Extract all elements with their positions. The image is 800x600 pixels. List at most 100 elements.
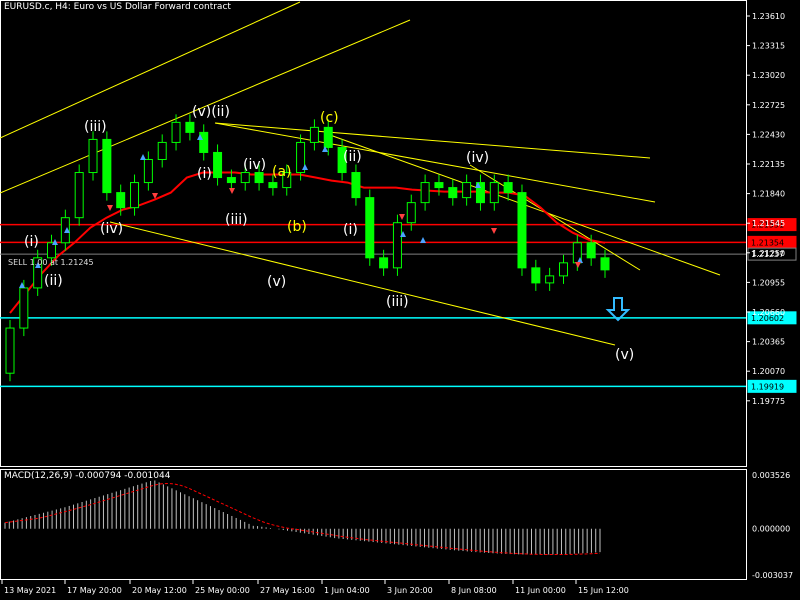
candle-body	[130, 182, 140, 209]
wave-label: (iii)	[225, 212, 248, 228]
macd-y-tick-label: -0.003037	[752, 571, 793, 580]
sell-arrow-icon	[575, 262, 581, 268]
candle-body	[185, 121, 195, 133]
candle-body	[88, 138, 98, 174]
y-tick-label: 1.22135	[752, 160, 785, 169]
y-tick-label: 1.23020	[752, 71, 785, 80]
candle-body	[448, 187, 458, 199]
candle-body	[19, 287, 29, 329]
y-tick-label: 1.19775	[752, 397, 785, 406]
macd-indicator-label: MACD(12,26,9) -0.000794 -0.001044	[4, 471, 171, 481]
wave-label: (iv)	[243, 157, 266, 173]
wave-label: (a)	[272, 164, 292, 180]
wave-label: (i)	[343, 222, 358, 238]
candle-body	[600, 257, 610, 271]
candle-body	[406, 202, 416, 224]
trend-line	[0, 1, 301, 139]
wave-label: (i)	[197, 166, 212, 182]
macd-signal-line	[4, 482, 601, 555]
candle-body	[213, 151, 223, 179]
y-tick-label: 1.20365	[752, 338, 785, 347]
y-tick-label: 1.20955	[752, 278, 785, 287]
x-tick-label: 3 Jun 20:00	[387, 586, 433, 595]
candle-body	[586, 242, 596, 259]
candle-body	[47, 242, 57, 259]
candle-body	[199, 131, 209, 153]
level-price-label: 1.21354	[751, 238, 784, 247]
wave-label: (iii)	[84, 119, 107, 135]
y-tick-label: 1.21250	[752, 249, 785, 258]
candle-body	[309, 126, 319, 143]
macd-y-tick-label: 0.000000	[752, 525, 790, 534]
candle-body	[558, 262, 568, 277]
candle-body	[545, 275, 555, 284]
y-tick-label: 1.23315	[752, 42, 785, 51]
candle-body	[254, 172, 264, 184]
sell-order-label[interactable]: SELL 1.00 at 1.21245	[8, 258, 94, 267]
candle-body	[323, 126, 333, 148]
y-tick-label: 1.23610	[752, 12, 785, 21]
y-tick-label: 1.22725	[752, 101, 785, 110]
candle-body	[240, 172, 250, 184]
candle-body	[351, 172, 361, 199]
sell-arrow-icon	[229, 188, 235, 194]
y-tick-label: 1.22430	[752, 130, 785, 139]
y-tick-label: 1.21840	[752, 190, 785, 199]
candle-body	[420, 182, 430, 204]
x-tick-label: 27 May 16:00	[260, 586, 315, 595]
candle-body	[143, 158, 153, 184]
candle-body	[531, 267, 541, 284]
wave-label: (ii)	[343, 149, 362, 165]
candle-body	[503, 182, 513, 194]
candle-body	[268, 182, 278, 189]
wave-label: (v)	[267, 274, 286, 290]
wave-label: (iv)	[100, 221, 123, 237]
x-tick-label: 8 Jun 08:00	[451, 586, 497, 595]
x-tick-label: 25 May 00:00	[195, 586, 250, 595]
candle-body	[102, 138, 112, 194]
candle-body	[116, 192, 126, 209]
x-tick-label: 1 Jun 04:00	[324, 586, 370, 595]
candle-body	[392, 222, 402, 269]
x-tick-label: 20 May 12:00	[132, 586, 187, 595]
y-tick-label: 1.20660	[752, 308, 785, 317]
wave-label: (i)	[24, 234, 39, 250]
chart-title: EURUSD.c, H4: Euro vs US Dollar Forward …	[4, 2, 231, 12]
buy-arrow-icon	[140, 154, 146, 160]
x-tick-label: 17 May 20:00	[67, 586, 122, 595]
wave-label: (ii)	[44, 273, 63, 289]
y-tick-label: 1.21545	[752, 219, 785, 228]
x-tick-label: 11 Jun 00:00	[515, 586, 566, 595]
candle-body	[226, 177, 236, 184]
level-price-label: 1.19919	[751, 382, 784, 391]
candle-body	[171, 121, 181, 143]
trend-line	[109, 221, 616, 346]
candle-body	[379, 257, 389, 269]
trend-line	[214, 122, 651, 159]
sell-arrow-icon	[399, 214, 405, 220]
chart-canvas[interactable]: 1.215311.213541.212371.206021.19919 (i)(…	[0, 0, 800, 600]
candle-body	[434, 182, 444, 189]
macd-y-tick-label: 0.003526	[752, 471, 790, 480]
candle-body	[517, 192, 527, 269]
x-tick-label: 13 May 2021	[4, 586, 56, 595]
wave-label: (v)(ii)	[192, 104, 230, 120]
candle-body	[157, 141, 167, 160]
chart-window[interactable]: 1.21531 1.21354 1.21237 1.20602 1.19919 (i)(…	[0, 0, 800, 600]
wave-label: (iv)	[466, 150, 489, 166]
buy-arrow-icon	[420, 237, 426, 243]
candle-body	[462, 182, 472, 199]
x-tick-label: 15 Jun 12:00	[578, 586, 629, 595]
wave-label: (c)	[320, 110, 339, 126]
sell-arrow-icon	[107, 205, 113, 211]
candle-body	[489, 182, 499, 204]
candle-body	[74, 172, 84, 219]
wave-label: (iii)	[386, 294, 409, 310]
wave-label: (v)	[615, 347, 634, 363]
candle-body	[365, 197, 375, 259]
y-tick-label: 1.20070	[752, 367, 785, 376]
sell-arrow-icon	[491, 228, 497, 234]
down-arrow-icon	[605, 297, 631, 322]
wave-label: (b)	[287, 219, 307, 235]
candle-body	[5, 327, 15, 374]
